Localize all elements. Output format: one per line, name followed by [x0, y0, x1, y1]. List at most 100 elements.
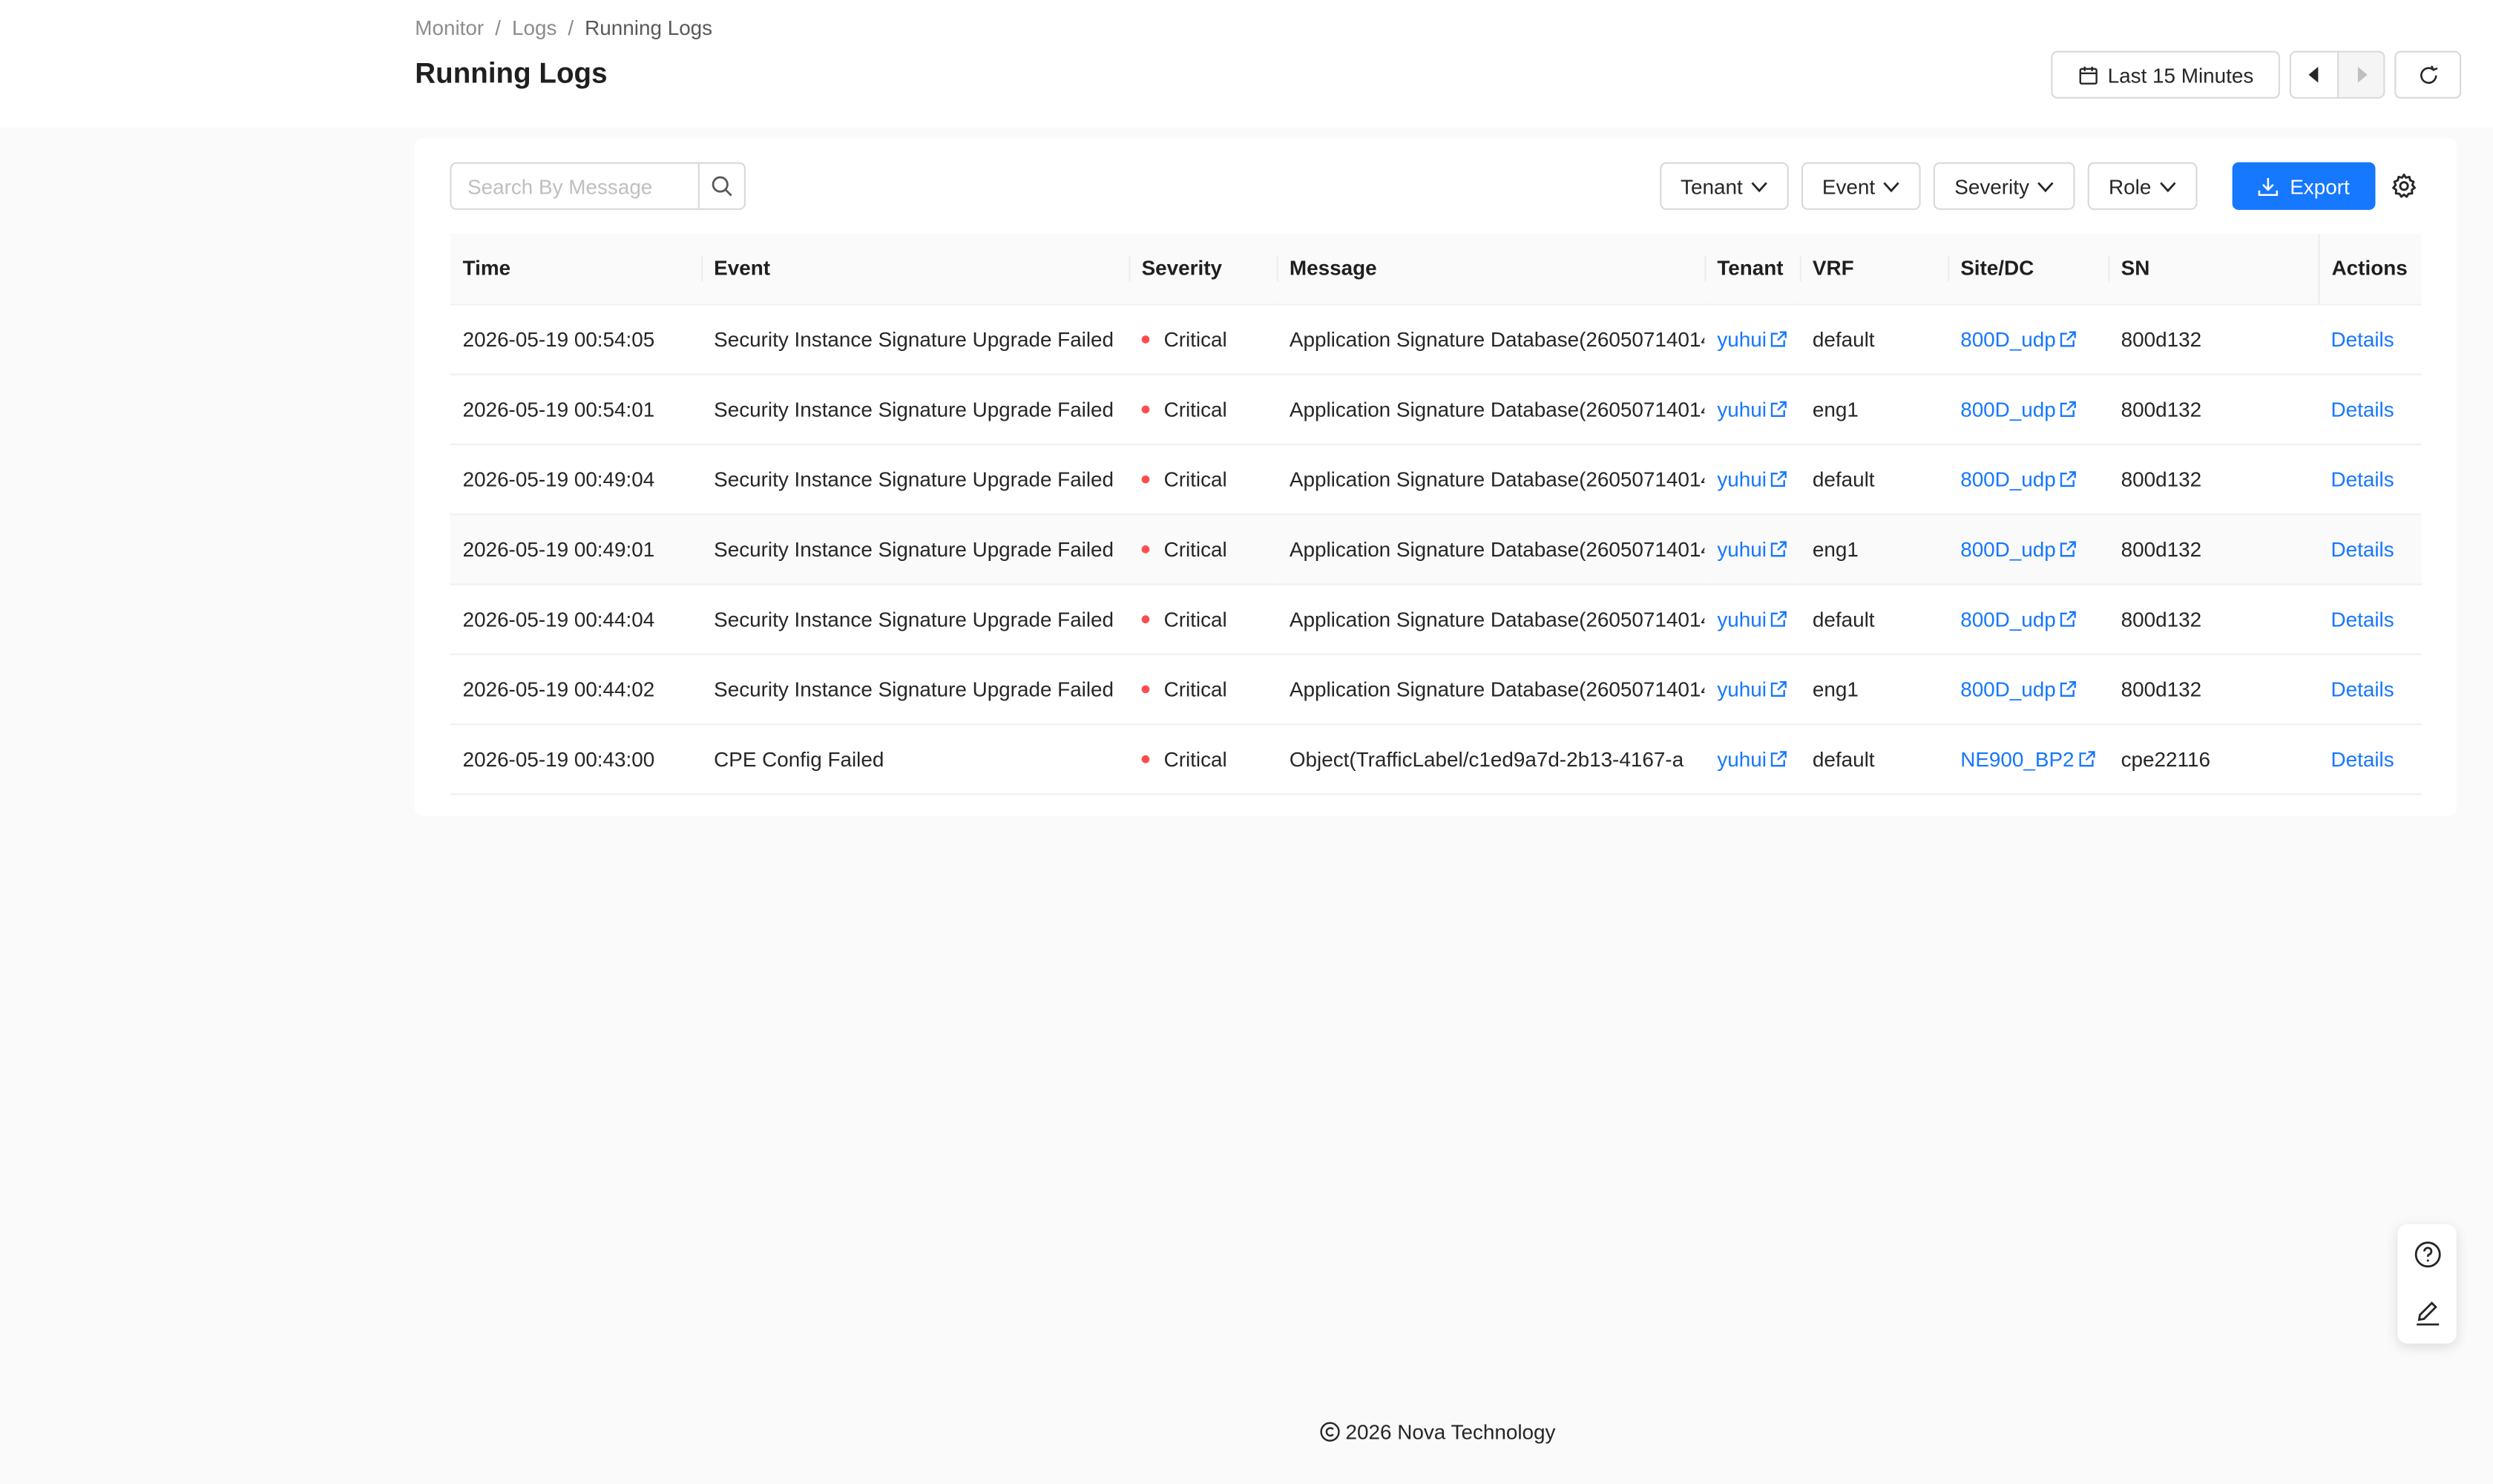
column-header-severity[interactable]: Severity [1129, 234, 1277, 305]
help-icon[interactable] [2413, 1240, 2442, 1269]
filter-severity[interactable]: Severity [1934, 162, 2076, 210]
details-link[interactable]: Details [2331, 467, 2394, 490]
cell-time: 2026-05-19 00:54:01 [450, 373, 702, 444]
chevron-down-icon [2160, 181, 2176, 192]
gear-icon[interactable] [2390, 171, 2419, 200]
severity-label: Critical [1163, 466, 1227, 491]
column-header-sn[interactable]: SN [2108, 234, 2319, 305]
severity-label: Critical [1163, 326, 1227, 351]
cell-sn: 800d132 [2108, 653, 2319, 725]
cell-sn: 800d132 [2108, 513, 2319, 585]
tenant-link[interactable]: yuhui [1717, 326, 1787, 351]
export-button[interactable]: Export [2232, 162, 2376, 210]
details-link[interactable]: Details [2331, 536, 2394, 560]
tenant-link[interactable]: yuhui [1717, 536, 1787, 560]
cell-time: 2026-05-19 00:49:01 [450, 513, 702, 585]
cell-message: Application Signature Database(260507140… [1276, 653, 1705, 725]
external-link-icon [2060, 610, 2076, 626]
table-row[interactable]: 2026-05-19 00:49:01 Security Instance Sig… [450, 513, 2422, 585]
cell-event: Security Instance Signature Upgrade Fail… [701, 513, 1129, 585]
details-link[interactable]: Details [2331, 677, 2394, 700]
table-row[interactable]: 2026-05-19 00:44:02 Security Instance Sig… [450, 653, 2422, 725]
external-link-icon [2060, 540, 2076, 556]
floating-tools [2397, 1224, 2457, 1344]
column-header-time[interactable]: Time [450, 234, 702, 305]
site-link-label: 800D_udp [1960, 676, 2056, 700]
cell-severity: Critical [1129, 443, 1277, 515]
cell-site: 800D_udp [1948, 583, 2109, 654]
cell-sn: 800d132 [2108, 303, 2319, 375]
external-link-icon [1770, 610, 1787, 626]
cell-site: 800D_udp [1948, 653, 2109, 725]
edit-icon[interactable] [2413, 1299, 2442, 1328]
footer-text: 2026 Nova Technology [1345, 1419, 1556, 1444]
table-row[interactable]: 2026-05-19 00:49:04 Security Instance Sig… [450, 443, 2422, 515]
column-header-event[interactable]: Event [701, 234, 1129, 305]
filter-tenant[interactable]: Tenant [1660, 162, 1789, 210]
time-range-label: Last 15 Minutes [2107, 62, 2254, 87]
column-header-message[interactable]: Message [1276, 234, 1705, 305]
next-range-button[interactable] [2337, 52, 2384, 97]
site-link[interactable]: 800D_udp [1960, 467, 2076, 490]
cell-tenant: yuhui [1704, 653, 1800, 725]
previous-range-button[interactable] [2290, 52, 2338, 97]
download-icon [2259, 177, 2279, 195]
site-link-label: 800D_udp [1960, 466, 2056, 491]
external-link-icon [1770, 680, 1787, 696]
copyright-icon [1319, 1422, 1339, 1442]
site-link[interactable]: 800D_udp [1960, 607, 2076, 631]
site-link[interactable]: 800D_udp [1960, 536, 2076, 560]
cell-vrf: eng1 [1799, 653, 1948, 725]
breadcrumb-current: Running Logs [585, 16, 713, 40]
breadcrumb-logs[interactable]: Logs [512, 16, 556, 39]
chevron-down-icon [1883, 181, 1900, 192]
external-link-icon [2060, 680, 2076, 696]
column-header-site[interactable]: Site/DC [1948, 234, 2109, 305]
tenant-link[interactable]: yuhui [1717, 746, 1787, 770]
cell-sn: cpe22116 [2108, 723, 2319, 795]
tenant-link-label: yuhui [1717, 676, 1767, 700]
column-header-tenant[interactable]: Tenant [1704, 234, 1800, 305]
site-link-label: 800D_udp [1960, 536, 2056, 561]
cell-event: Security Instance Signature Upgrade Fail… [701, 443, 1129, 515]
cell-sn: 800d132 [2108, 443, 2319, 515]
cell-actions: Details [2318, 303, 2422, 375]
external-link-icon [2060, 330, 2076, 347]
cell-tenant: yuhui [1704, 513, 1800, 585]
critical-dot-icon [1141, 545, 1150, 553]
tenant-link[interactable]: yuhui [1717, 607, 1787, 631]
details-link[interactable]: Details [2331, 746, 2394, 770]
filter-event[interactable]: Event [1801, 162, 1922, 210]
time-range-picker[interactable]: Last 15 Minutes [2051, 50, 2280, 99]
column-header-vrf[interactable]: VRF [1799, 234, 1948, 305]
tenant-link-label: yuhui [1717, 606, 1767, 631]
breadcrumb-monitor[interactable]: Monitor [415, 16, 484, 39]
site-link[interactable]: NE900_BP2 [1960, 746, 2095, 770]
external-link-icon [1770, 400, 1787, 416]
site-link[interactable]: 800D_udp [1960, 677, 2076, 700]
tenant-link[interactable]: yuhui [1717, 677, 1787, 700]
table-row[interactable]: 2026-05-19 00:54:01 Security Instance Sig… [450, 373, 2422, 444]
critical-dot-icon [1141, 404, 1150, 413]
table-row[interactable]: 2026-05-19 00:44:04 Security Instance Sig… [450, 583, 2422, 654]
cell-tenant: yuhui [1704, 583, 1800, 654]
cell-event: Security Instance Signature Upgrade Fail… [701, 303, 1129, 375]
tenant-link[interactable]: yuhui [1717, 397, 1787, 421]
calendar-icon [2078, 65, 2097, 84]
cell-severity: Critical [1129, 303, 1277, 375]
table-row[interactable]: 2026-05-19 00:43:00 CPE Config Failed Crit… [450, 723, 2422, 795]
search-button[interactable] [697, 163, 744, 209]
site-link[interactable]: 800D_udp [1960, 326, 2076, 351]
site-link[interactable]: 800D_udp [1960, 397, 2076, 421]
table-row[interactable]: 2026-05-19 00:54:05 Security Instance Sig… [450, 303, 2422, 375]
details-link[interactable]: Details [2331, 326, 2394, 350]
refresh-button[interactable] [2394, 50, 2462, 99]
cell-actions: Details [2318, 583, 2422, 654]
details-link[interactable]: Details [2331, 607, 2394, 631]
details-link[interactable]: Details [2331, 397, 2394, 421]
search-input[interactable] [451, 163, 698, 209]
cell-event: Security Instance Signature Upgrade Fail… [701, 373, 1129, 444]
logs-table: Time Event Severity Message Tenant VRF S… [450, 234, 2422, 795]
filter-role[interactable]: Role [2088, 162, 2198, 210]
tenant-link[interactable]: yuhui [1717, 467, 1787, 490]
